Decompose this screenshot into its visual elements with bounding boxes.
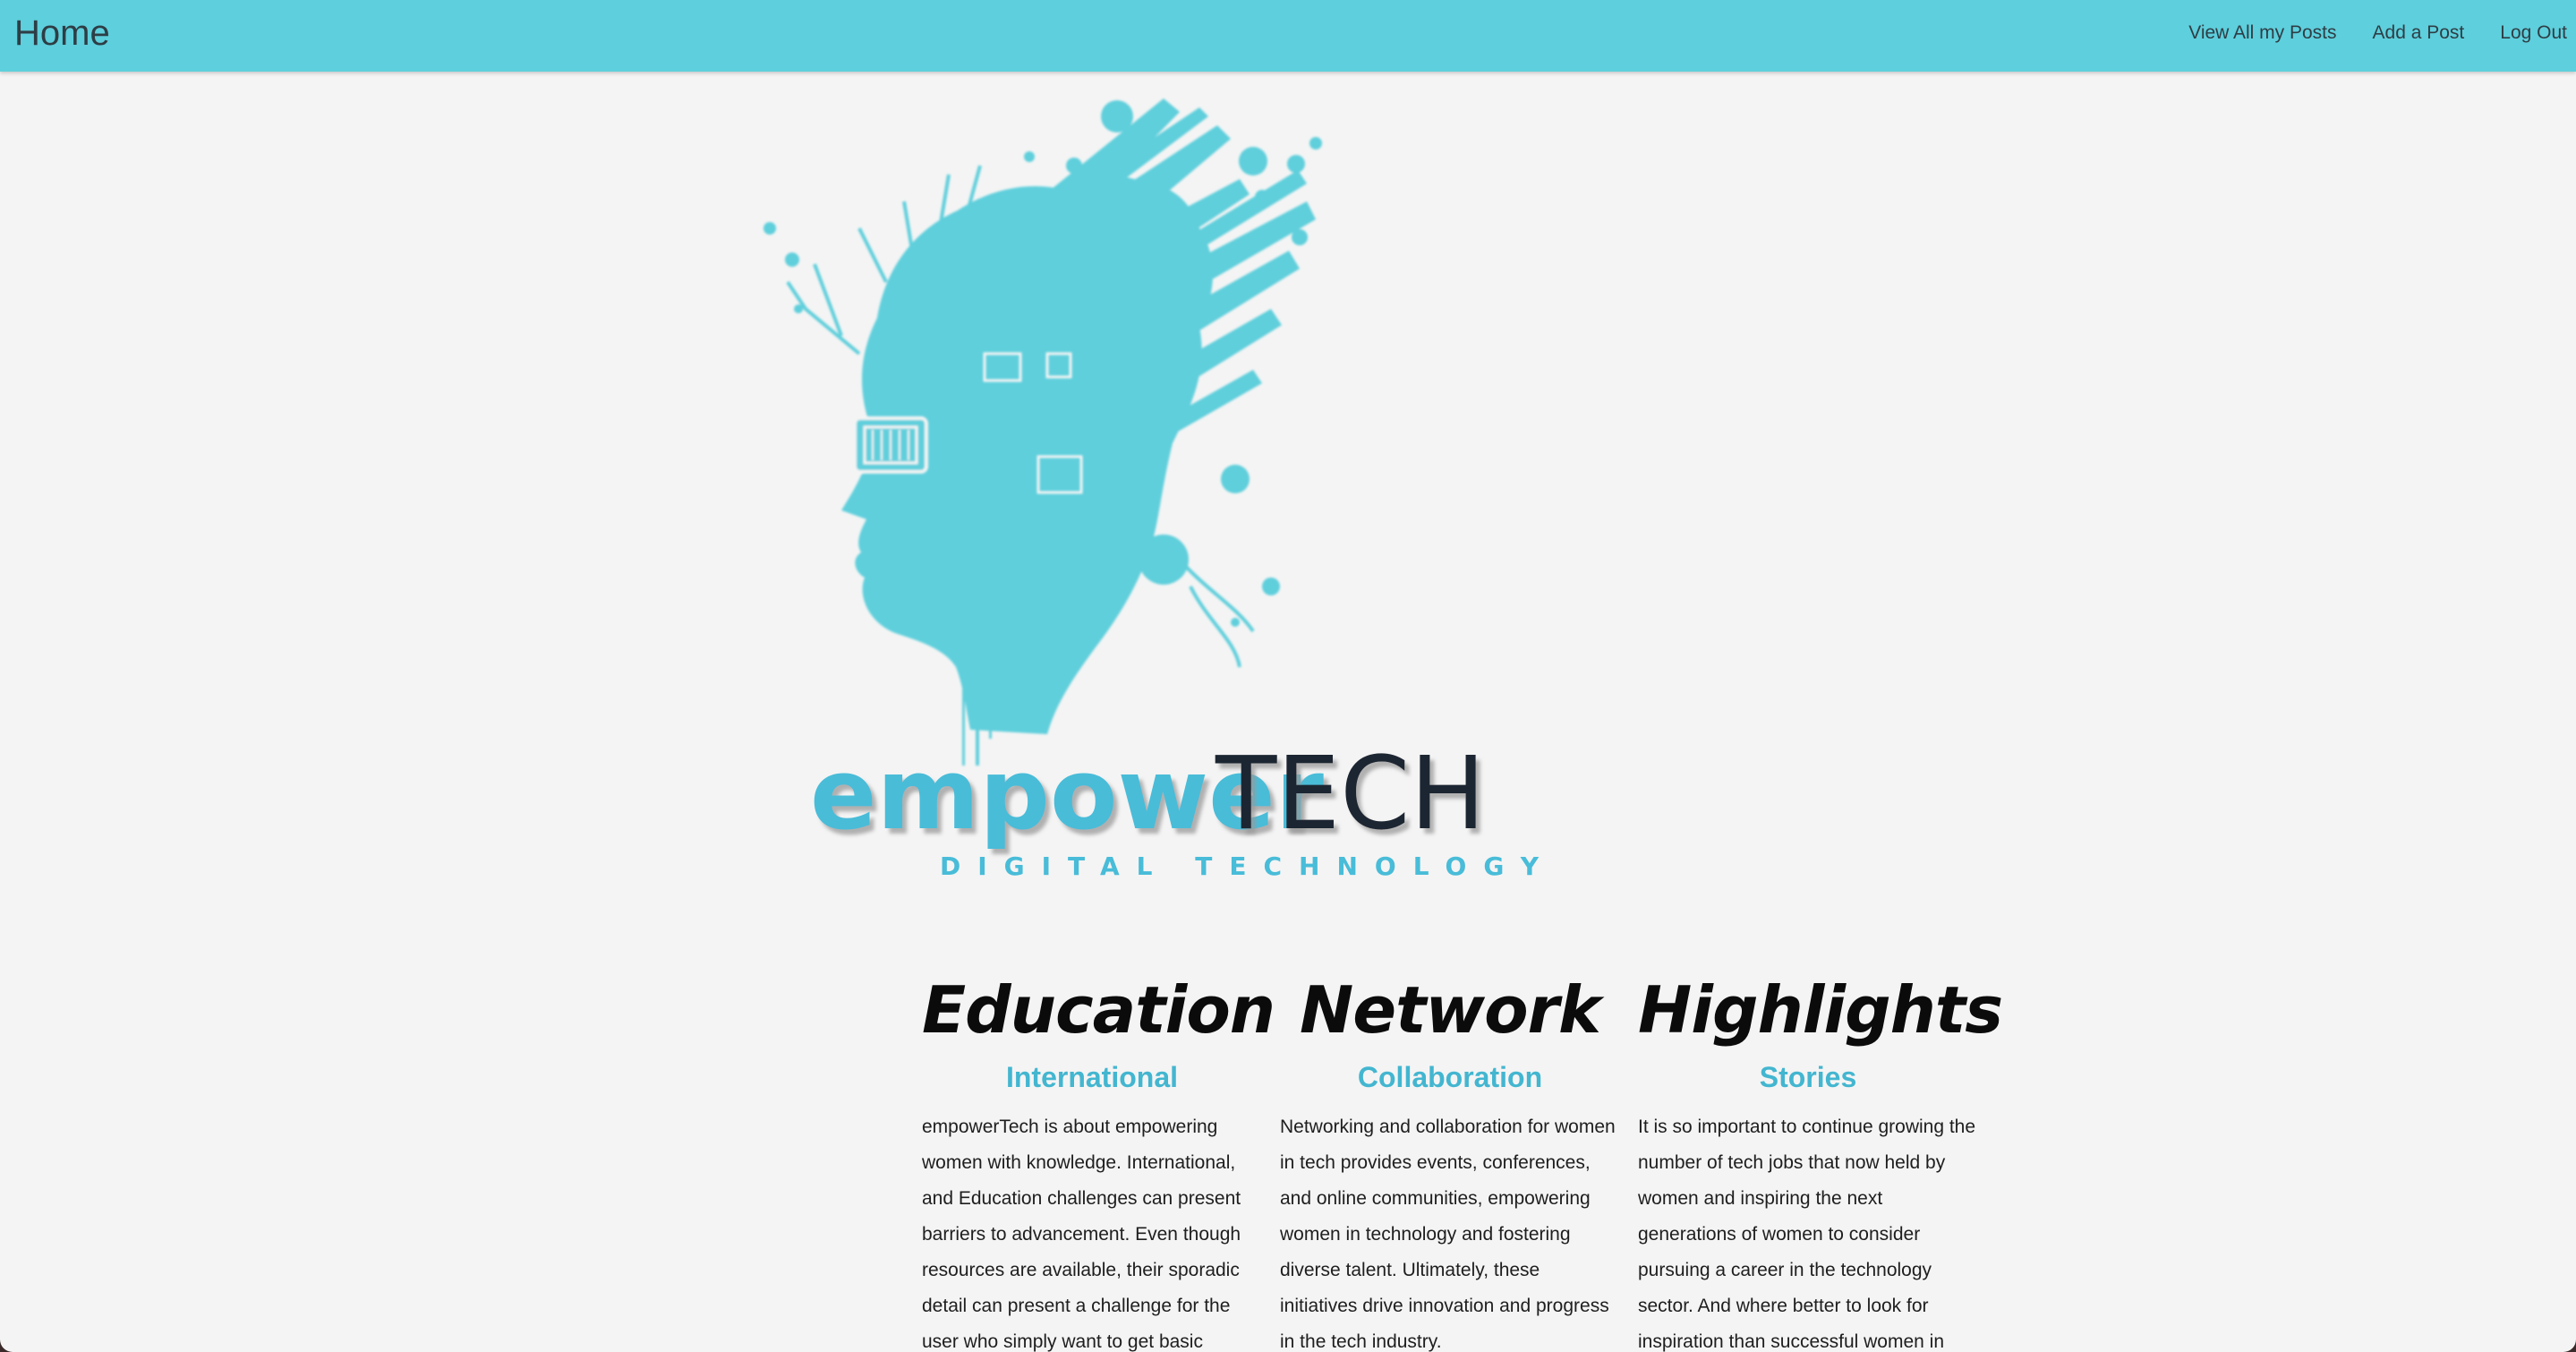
network-column: Network Collaboration Networking and col… <box>1280 971 1620 1352</box>
network-title: Network <box>1300 972 1601 1048</box>
head-silhouette-icon <box>763 98 1322 766</box>
highlights-title: Highlights <box>1638 972 2003 1048</box>
education-subtitle: International <box>1005 1061 1178 1093</box>
view-all-posts-link[interactable]: View All my Posts <box>2188 22 2336 44</box>
log-out-link[interactable]: Log Out <box>2500 22 2567 44</box>
network-text: Networking and collaboration for women i… <box>1280 1117 1616 1352</box>
logo-tagline: DIGITAL TECHNOLOGY <box>940 851 1556 881</box>
empowertech-logo: empower TECH DIGITAL TECHNOLOGY <box>763 98 1556 881</box>
logo-word-tech: TECH <box>1215 736 1486 852</box>
highlights-subtitle: Stories <box>1759 1061 1857 1093</box>
page: Home View All my Posts Add a Post Log Ou… <box>0 0 2576 1352</box>
education-title: Education <box>922 972 1275 1048</box>
add-post-link[interactable]: Add a Post <box>2373 22 2465 44</box>
home-link[interactable]: Home <box>14 11 110 56</box>
network-subtitle: Collaboration <box>1357 1061 1543 1093</box>
education-column: Education International empowerTech is a… <box>922 971 1275 1352</box>
nav-links: View All my Posts Add a Post Log Out <box>2153 0 2576 66</box>
highlights-text: It is so important to continue growing t… <box>1638 1117 1976 1352</box>
top-navbar: Home View All my Posts Add a Post Log Ou… <box>0 0 2576 72</box>
education-text: empowerTech is about empowering women wi… <box>922 1117 1241 1352</box>
highlights-column: Highlights Stories It is so important to… <box>1638 971 2003 1352</box>
